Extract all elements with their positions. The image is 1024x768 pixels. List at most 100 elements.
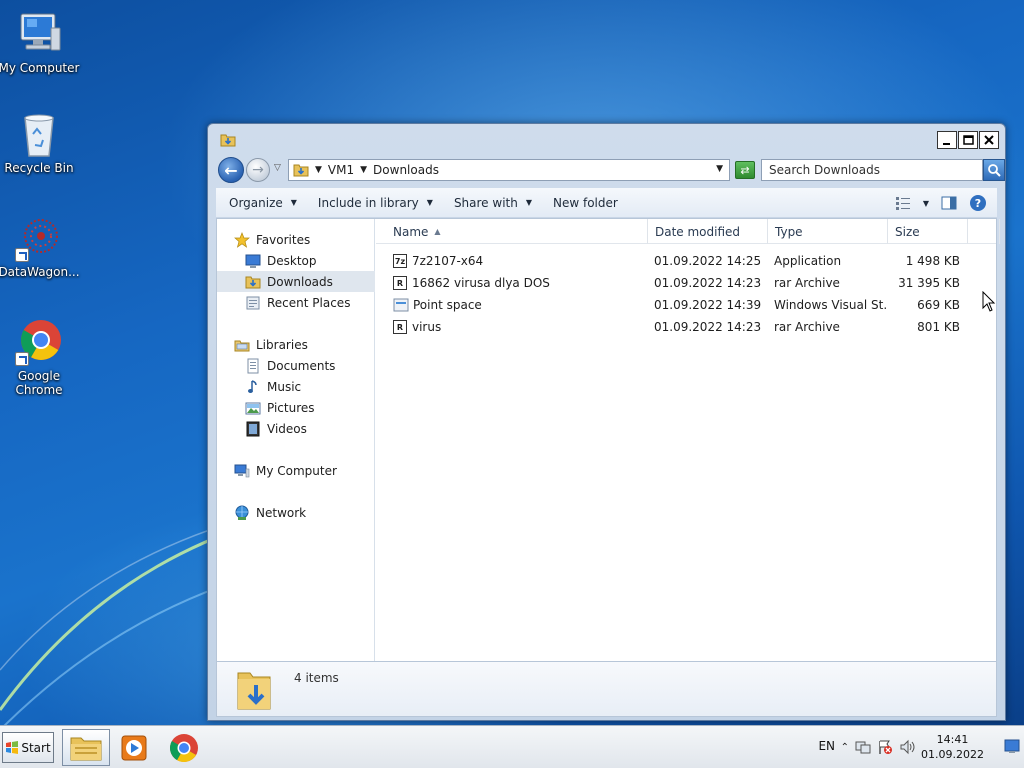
file-date: 01.09.2022 14:23 <box>654 276 762 290</box>
help-icon[interactable]: ? <box>969 194 987 212</box>
file-row[interactable]: Point space 01.09.2022 14:39 Windows Vis… <box>376 294 996 316</box>
network-tray-icon[interactable] <box>855 739 871 755</box>
arrow-right-icon: → <box>252 162 264 178</box>
nav-documents-label: Documents <box>267 358 336 373</box>
forward-button[interactable]: → <box>246 158 270 182</box>
close-button[interactable] <box>979 131 999 149</box>
visual-studio-file-icon <box>393 298 409 312</box>
clock-date: 01.09.2022 <box>921 748 984 761</box>
nav-music[interactable]: Music <box>217 376 375 397</box>
minimize-button[interactable] <box>937 131 957 149</box>
breadcrumb-vm1[interactable]: VM1 <box>328 163 354 177</box>
column-header-date-modified[interactable]: Date modified <box>648 219 768 244</box>
volume-icon[interactable] <box>899 739 917 755</box>
start-label: Start <box>21 740 51 755</box>
taskbar-explorer[interactable] <box>62 729 110 766</box>
show-hidden-icons-chevron-icon[interactable]: ⌃ <box>841 742 849 753</box>
desktop-icon-my-computer[interactable]: My Computer <box>0 10 81 75</box>
organize-menu[interactable]: Organize ▼ <box>229 196 297 210</box>
nav-desktop-label: Desktop <box>267 253 317 268</box>
refresh-button[interactable]: ⇄ <box>735 161 755 179</box>
downloads-folder-icon <box>237 672 271 710</box>
taskbar-chrome[interactable] <box>160 729 208 766</box>
column-header-name[interactable]: Name ▲ <box>381 219 648 244</box>
nav-downloads-label: Downloads <box>267 274 333 289</box>
refresh-icon: ⇄ <box>740 163 750 177</box>
desktop-icon-label: Google Chrome <box>15 369 63 397</box>
file-list[interactable]: Name ▲ Date modified Type Size 7z 7z2107… <box>376 219 1000 661</box>
address-input[interactable]: ▼ VM1 ▼ Downloads ▼ <box>288 159 730 181</box>
file-date: 01.09.2022 14:23 <box>654 320 762 334</box>
include-in-library-menu[interactable]: Include in library ▼ <box>318 196 433 210</box>
file-size: 1 498 KB <box>905 254 960 268</box>
title-bar[interactable] <box>208 124 1005 154</box>
chrome-icon <box>170 733 198 762</box>
videos-icon <box>246 421 260 436</box>
start-button[interactable]: Start <box>2 732 54 763</box>
address-bar-row: ← → ▽ ▼ VM1 ▼ Downloads ▼ ⇄ Search Downl… <box>216 157 1005 183</box>
chevron-down-icon: ▼ <box>426 198 433 207</box>
column-header-size[interactable]: Size <box>888 219 968 244</box>
breadcrumb-downloads[interactable]: Downloads <box>373 163 439 177</box>
maximize-button[interactable] <box>958 131 978 149</box>
taskbar-media-player[interactable] <box>110 729 158 766</box>
close-icon <box>984 135 994 145</box>
view-options-icon[interactable] <box>895 196 911 210</box>
desktop-icon-recycle-bin[interactable]: Recycle Bin <box>0 110 81 175</box>
documents-icon <box>247 358 259 373</box>
file-size: 801 KB <box>917 320 960 334</box>
nav-downloads[interactable]: Downloads <box>217 271 375 292</box>
nav-desktop[interactable]: Desktop <box>217 250 375 271</box>
7zip-file-icon: 7z <box>393 254 407 268</box>
column-date-label: Date modified <box>655 224 741 239</box>
navigation-pane[interactable]: Favorites Desktop Downloads Recent Place… <box>217 219 375 661</box>
file-row[interactable]: R virus 01.09.2022 14:23 rar Archive 801… <box>376 316 996 338</box>
file-row[interactable]: 7z 7z2107-x64 01.09.2022 14:25 Applicati… <box>376 250 996 272</box>
nav-videos[interactable]: Videos <box>217 418 375 439</box>
desktop: My Computer Recycle Bin DataWagon... Goo… <box>0 0 1024 725</box>
file-name: 7z2107-x64 <box>412 254 484 268</box>
organize-label: Organize <box>229 195 283 210</box>
column-type-label: Type <box>775 224 803 239</box>
back-button[interactable]: ← <box>218 157 244 183</box>
rar-archive-icon: R <box>393 276 407 290</box>
file-type: Windows Visual St... <box>774 298 886 312</box>
desktop-icon-datawagon[interactable]: DataWagon... <box>0 214 81 279</box>
recent-pages-dropdown[interactable]: ▽ <box>274 163 281 173</box>
desktop-icon-label: My Computer <box>0 61 80 75</box>
preview-pane-icon[interactable] <box>941 196 957 210</box>
breadcrumb-chevron-icon[interactable]: ▼ <box>360 165 367 175</box>
clock[interactable]: 14:41 01.09.2022 <box>921 732 984 762</box>
column-header-type[interactable]: Type <box>768 219 888 244</box>
file-row[interactable]: R 16862 virusa dlya DOS 01.09.2022 14:23… <box>376 272 996 294</box>
details-pane: 4 items <box>216 662 997 717</box>
nav-pictures[interactable]: Pictures <box>217 397 375 418</box>
language-indicator[interactable]: EN <box>818 739 835 753</box>
nav-recent-places-label: Recent Places <box>267 295 351 310</box>
nav-libraries[interactable]: Libraries <box>217 334 375 355</box>
nav-favorites[interactable]: Favorites <box>217 229 375 250</box>
libraries-icon <box>234 340 250 351</box>
file-explorer-icon <box>70 737 102 760</box>
breadcrumb-chevron-icon[interactable]: ▼ <box>315 165 322 175</box>
nav-videos-label: Videos <box>267 421 307 436</box>
nav-network[interactable]: Network <box>217 502 375 523</box>
mouse-cursor-icon <box>982 291 996 312</box>
windows-logo-icon <box>6 740 19 754</box>
nav-recent-places[interactable]: Recent Places <box>217 292 375 313</box>
recycle-bin-icon <box>15 110 63 158</box>
new-folder-button[interactable]: New folder <box>553 196 618 210</box>
desktop-icon-google-chrome[interactable]: Google Chrome <box>0 318 81 397</box>
view-dropdown-icon[interactable]: ▼ <box>923 199 929 208</box>
column-header-extra[interactable] <box>968 219 1000 244</box>
nav-my-computer-label: My Computer <box>256 463 337 478</box>
address-dropdown-icon[interactable]: ▼ <box>716 164 723 174</box>
share-with-menu[interactable]: Share with ▼ <box>454 196 532 210</box>
nav-documents[interactable]: Documents <box>217 355 375 376</box>
search-input[interactable]: Search Downloads <box>761 159 983 181</box>
search-button[interactable] <box>983 159 1005 181</box>
minimize-icon <box>943 143 950 145</box>
show-desktop-icon[interactable] <box>1004 738 1020 754</box>
nav-my-computer[interactable]: My Computer <box>217 460 375 481</box>
action-center-flag-icon[interactable] <box>877 739 893 755</box>
